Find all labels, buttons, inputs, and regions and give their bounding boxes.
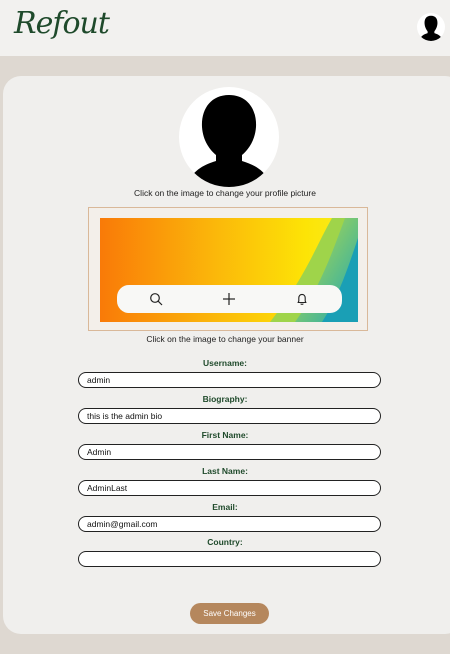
profile-picture[interactable] bbox=[179, 87, 279, 187]
biography-input[interactable] bbox=[78, 408, 381, 424]
avatar[interactable] bbox=[417, 13, 445, 41]
email-label: Email: bbox=[212, 502, 238, 512]
email-input[interactable] bbox=[78, 516, 381, 532]
username-label: Username: bbox=[203, 358, 247, 368]
username-input[interactable] bbox=[78, 372, 381, 388]
banner-image[interactable] bbox=[100, 218, 358, 322]
last-name-input[interactable] bbox=[78, 480, 381, 496]
first-name-input[interactable] bbox=[78, 444, 381, 460]
user-silhouette-icon bbox=[187, 95, 271, 187]
plus-icon bbox=[223, 293, 235, 305]
banner-caption: Click on the image to change your banner bbox=[146, 334, 304, 344]
profile-picture-caption: Click on the image to change your profil… bbox=[134, 188, 316, 198]
user-silhouette-icon bbox=[419, 15, 443, 41]
top-bar: Refout bbox=[0, 0, 450, 56]
save-changes-button[interactable]: Save Changes bbox=[190, 603, 269, 624]
search-icon bbox=[150, 293, 163, 306]
last-name-label: Last Name: bbox=[202, 466, 248, 476]
logo[interactable]: Refout bbox=[14, 6, 110, 41]
country-input[interactable] bbox=[78, 551, 381, 567]
biography-label: Biography: bbox=[202, 394, 248, 404]
banner-nav-bar bbox=[117, 285, 342, 313]
bell-icon bbox=[297, 293, 307, 305]
country-label: Country: bbox=[207, 537, 243, 547]
first-name-label: First Name: bbox=[201, 430, 249, 440]
banner-frame[interactable] bbox=[88, 207, 368, 331]
